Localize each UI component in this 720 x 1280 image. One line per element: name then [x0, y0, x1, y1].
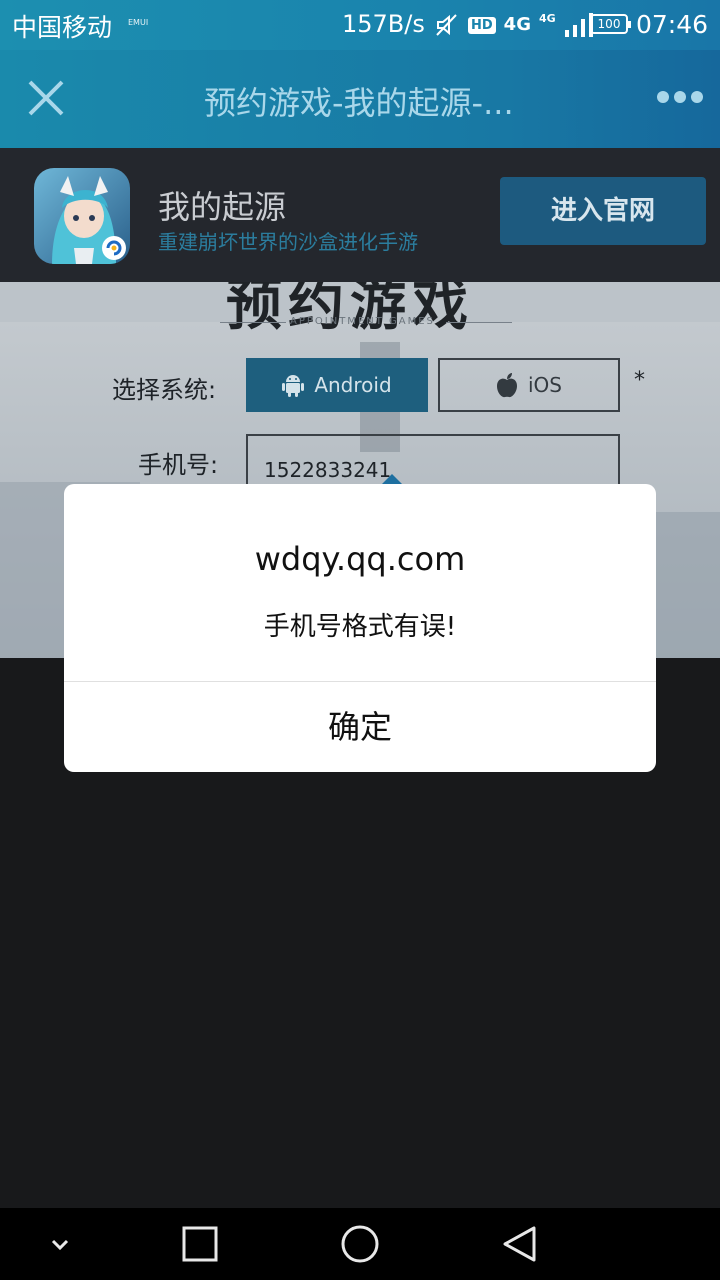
required-mark: * [634, 368, 645, 393]
network-speed: 157B/s [342, 10, 425, 38]
home-icon[interactable] [340, 1224, 380, 1264]
ios-option[interactable]: iOS [438, 358, 620, 412]
dialog-domain: wdqy.qq.com [254, 540, 466, 578]
carrier-label: 中国移动 [12, 13, 113, 42]
network-type-small: 4G [538, 11, 556, 25]
android-option[interactable]: Android [246, 358, 428, 412]
more-icon[interactable] [656, 88, 704, 106]
battery-indicator: 100 [590, 14, 631, 34]
dialog-message: 手机号格式有误! [263, 612, 457, 642]
emui-label: EMUI [128, 18, 149, 27]
form-headline-sub: APPOINTMENT GAMES [290, 316, 435, 327]
page-title: 预约游戏-我的起源-... [204, 84, 514, 122]
divider [220, 322, 286, 323]
divider [446, 322, 512, 323]
system-label: 选择系统: [112, 376, 217, 404]
app-icon [34, 168, 130, 264]
ios-label: iOS [528, 373, 562, 397]
form-headline: 预约游戏 [226, 282, 474, 338]
input-caret [382, 474, 402, 484]
ok-button[interactable]: 确定 [64, 682, 656, 772]
hd-badge: HD [468, 16, 496, 34]
status-icons: HD 4G 4G [434, 8, 594, 42]
back-icon[interactable] [500, 1224, 540, 1264]
android-label: Android [314, 373, 392, 397]
title-bar: 预约游戏-我的起源-... [0, 50, 720, 148]
phone-label: 手机号: [138, 451, 219, 479]
alert-dialog: wdqy.qq.com 手机号格式有误! 确定 [64, 484, 656, 772]
app-name: 我的起源 [158, 188, 287, 226]
network-type: 4G [503, 14, 531, 35]
system-nav-bar [0, 1208, 720, 1280]
official-site-button[interactable]: 进入官网 [500, 177, 706, 245]
close-icon[interactable] [24, 76, 68, 120]
recents-icon[interactable] [180, 1224, 220, 1264]
status-bar: 中国移动 EMUI 157B/s HD 4G 4G 100 07:46 [0, 0, 720, 50]
clock: 07:46 [635, 10, 708, 39]
app-subtitle: 重建崩坏世界的沙盒进化手游 [158, 230, 418, 254]
apple-icon [497, 373, 517, 398]
collapse-icon[interactable] [40, 1224, 80, 1264]
android-icon [282, 375, 305, 397]
mute-icon [436, 14, 457, 36]
